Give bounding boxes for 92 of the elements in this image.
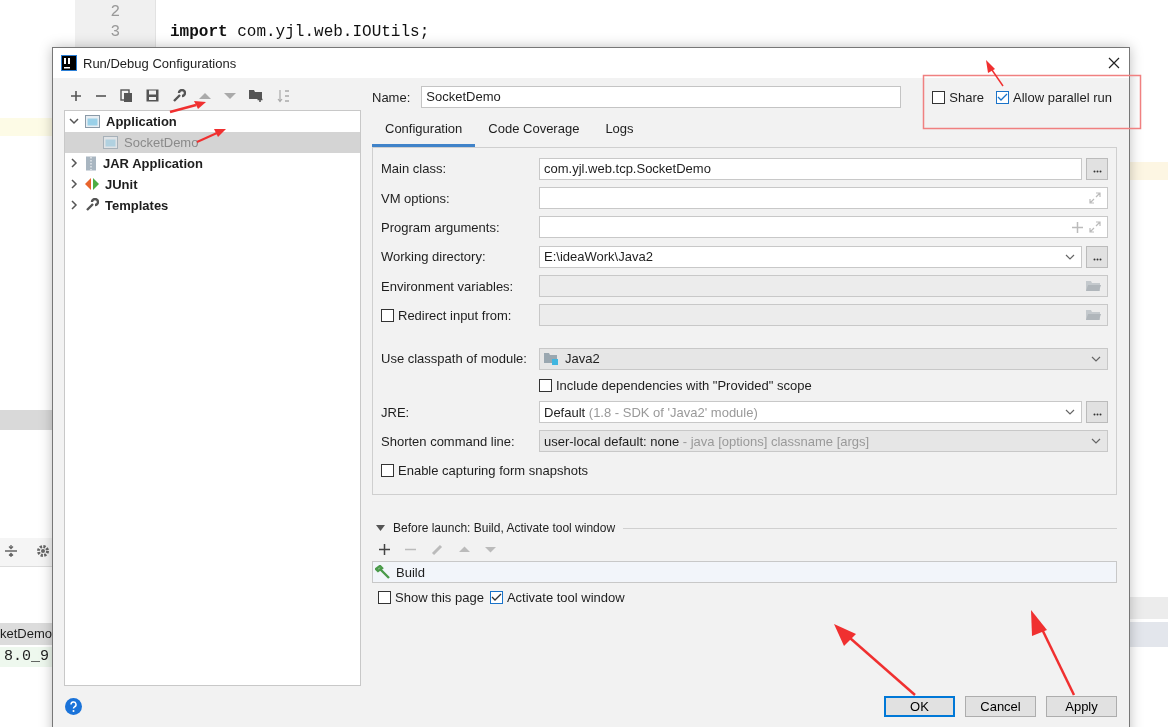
input-field[interactable] <box>539 275 1108 298</box>
checkbox[interactable] <box>381 308 394 322</box>
checkbox[interactable] <box>489 591 503 604</box>
panel-strip <box>0 410 52 430</box>
field-label: Main class: <box>381 161 448 177</box>
browse-button[interactable] <box>1086 401 1108 424</box>
browse-button[interactable] <box>1086 245 1108 268</box>
window-icon <box>85 114 100 128</box>
dialog-button[interactable]: Apply <box>1046 695 1117 717</box>
field-label: Environment variables: <box>381 278 515 294</box>
ellipsis-icon <box>1092 413 1102 417</box>
add-icon[interactable] <box>379 543 390 555</box>
ellipsis-icon <box>1092 169 1102 173</box>
chevron-down-icon[interactable] <box>1091 438 1101 445</box>
tree-label: Application <box>106 113 177 129</box>
dialog-button[interactable]: OK <box>884 695 955 717</box>
chevron-down-icon[interactable] <box>1065 253 1075 260</box>
chevron-down-icon[interactable] <box>1065 409 1075 416</box>
window-title: Run/Debug Configurations <box>83 55 237 71</box>
activate-window-checkbox[interactable]: Activate tool window <box>489 590 625 605</box>
tree-label: JAR Application <box>103 155 203 171</box>
option-checkbox[interactable]: Include dependencies with "Provided" scope <box>539 377 812 393</box>
tree-item[interactable]: Application <box>65 110 360 132</box>
archive-icon <box>85 155 97 171</box>
collapse-icon[interactable] <box>4 545 18 557</box>
tree-item[interactable]: JUnit <box>65 173 360 195</box>
chevron-right-icon[interactable] <box>69 179 79 190</box>
tab[interactable]: Configuration <box>372 121 476 147</box>
share-checkbox[interactable]: Share <box>932 89 984 105</box>
option-checkbox[interactable]: Enable capturing form snapshots <box>381 462 589 478</box>
annotation-arrow <box>196 129 226 143</box>
field-label: Program arguments: <box>381 219 501 235</box>
wrench-icon <box>85 198 99 213</box>
copy-icon[interactable] <box>120 88 133 103</box>
wrench-icon[interactable] <box>172 88 186 103</box>
checkbox[interactable] <box>996 90 1009 104</box>
chevron-right-icon[interactable] <box>69 158 79 169</box>
show-page-checkbox[interactable]: Show this page <box>378 590 484 605</box>
dropdown[interactable]: Default (1.8 - SDK of 'Java2' module) <box>539 401 1082 424</box>
tree-item[interactable]: Templates <box>65 194 360 216</box>
line-number: 3 <box>109 23 120 41</box>
browse-button[interactable] <box>1086 157 1108 180</box>
selected-row <box>1129 622 1168 647</box>
tree-label: Templates <box>105 197 169 213</box>
tree-item[interactable]: JAR Application <box>65 152 360 174</box>
allow-parallel-checkbox[interactable]: Allow parallel run <box>996 89 1112 105</box>
checkbox[interactable] <box>539 378 552 392</box>
ellipsis-icon <box>1092 257 1102 261</box>
code-line: import com.yjl.web.IOUtils; <box>170 23 430 41</box>
line-number: 2 <box>109 3 120 21</box>
field-label: VM options: <box>381 190 451 206</box>
checkbox[interactable] <box>932 90 946 104</box>
annotation-arrow <box>986 60 1004 87</box>
field-label: Shorten command line: <box>381 433 516 449</box>
save-icon[interactable] <box>146 89 159 103</box>
field-label: Use classpath of module: <box>381 351 528 367</box>
help-icon[interactable] <box>65 697 82 715</box>
name-field[interactable]: SocketDemo <box>421 86 902 108</box>
window-icon <box>103 135 118 149</box>
field-label: JRE: <box>381 404 411 420</box>
close-icon[interactable] <box>1108 57 1120 69</box>
checkbox[interactable] <box>378 591 391 604</box>
new-folder-icon[interactable] <box>249 89 264 103</box>
collapse-triangle-icon[interactable] <box>376 525 385 531</box>
chevron-right-icon[interactable] <box>69 200 79 211</box>
tab[interactable]: Logs <box>592 121 647 147</box>
tree-label: JUnit <box>105 176 138 192</box>
line-highlight <box>1129 162 1168 180</box>
name-label: Name: <box>372 89 411 105</box>
dropdown[interactable]: Java2 <box>539 347 1108 370</box>
junit-icon <box>85 178 99 191</box>
tab[interactable]: Code Coverage <box>475 121 593 147</box>
module-folder-icon <box>544 352 559 366</box>
dialog-button[interactable]: Cancel <box>965 695 1036 717</box>
input-field[interactable] <box>539 304 1108 327</box>
hammer-icon <box>375 565 391 579</box>
settings-icon[interactable] <box>36 544 50 558</box>
task-label[interactable]: Build <box>396 564 425 580</box>
input-field[interactable] <box>539 187 1108 210</box>
chevron-down-icon[interactable] <box>1091 355 1101 362</box>
chevron-down-icon[interactable] <box>69 116 79 127</box>
field-label: Working directory: <box>381 249 487 265</box>
redirect-checkbox[interactable]: Redirect input from: <box>381 307 539 323</box>
checkbox[interactable] <box>381 463 394 477</box>
tree-label: SocketDemo <box>124 134 199 150</box>
app-logo-icon <box>61 55 77 71</box>
dropdown[interactable]: E:\ideaWork\Java2 <box>539 245 1082 268</box>
add-icon[interactable] <box>70 89 82 102</box>
dropdown[interactable]: user-local default: none - java [options] classname [args] <box>539 430 1108 453</box>
section-title: Before launch: Build, Activate tool window <box>393 521 616 535</box>
annotation-arrow <box>169 101 206 114</box>
input-field[interactable]: com.yjl.web.tcp.SocketDemo <box>539 157 1082 180</box>
